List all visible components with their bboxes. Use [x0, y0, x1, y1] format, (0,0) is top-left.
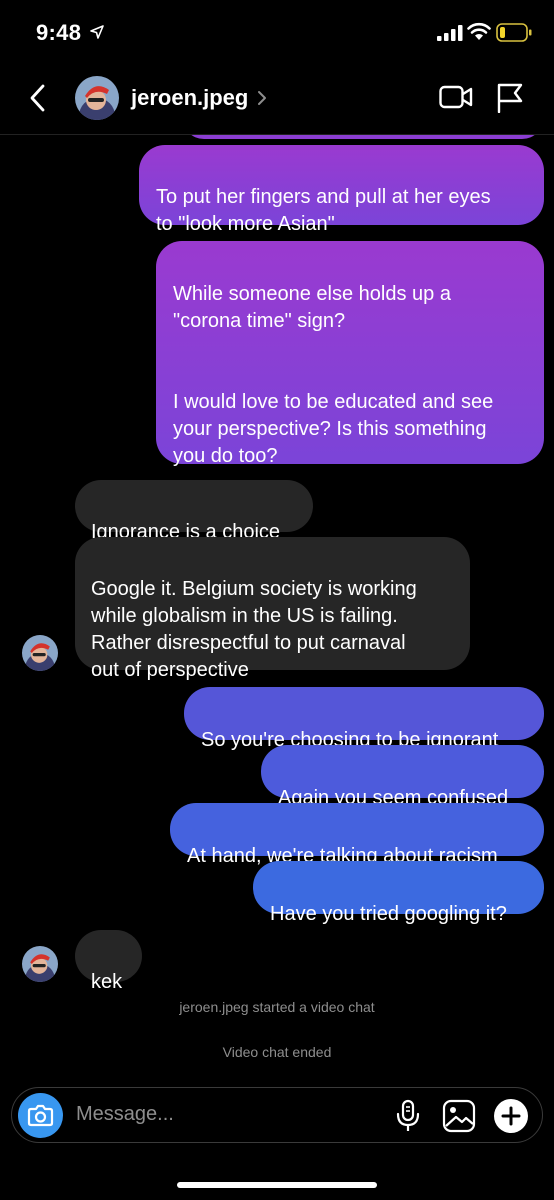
- wifi-icon: [467, 22, 491, 40]
- message-text: kek: [91, 971, 123, 993]
- signal-icon: [437, 25, 463, 41]
- message-text: To put her fingers and pull at her eyes …: [156, 186, 491, 235]
- plus-icon: [501, 1106, 521, 1126]
- message-text: Google it. Belgium society is working wh…: [91, 578, 417, 681]
- message-list[interactable]: To put her fingers and pull at her eyes …: [0, 135, 554, 1080]
- system-message: jeroen.jpeg started a video chat: [179, 999, 375, 1015]
- back-icon[interactable]: [28, 84, 48, 112]
- video-call-icon[interactable]: [439, 84, 473, 110]
- message-bubble-outgoing[interactable]: To put her fingers and pull at her eyes …: [139, 145, 544, 235]
- message-bubble-outgoing[interactable]: At hand, we're talking about racism: [170, 803, 544, 867]
- flag-icon[interactable]: [496, 83, 524, 113]
- gallery-icon[interactable]: [442, 1099, 476, 1133]
- camera-button[interactable]: [18, 1093, 63, 1138]
- message-bubble-outgoing[interactable]: So you're choosing to be ignorant: [184, 687, 544, 751]
- message-bubble-outgoing[interactable]: Again you seem confused: [261, 745, 544, 809]
- home-indicator[interactable]: [177, 1182, 377, 1188]
- message-input[interactable]: Message...: [76, 1103, 174, 1126]
- message-composer: Message...: [11, 1087, 543, 1143]
- chevron-right-icon[interactable]: [256, 90, 268, 106]
- avatar[interactable]: [75, 76, 119, 120]
- message-bubble-outgoing[interactable]: Have you tried googling it?: [253, 861, 544, 925]
- header-username[interactable]: jeroen.jpeg: [131, 85, 248, 111]
- message-text: While someone else holds up a "corona ti…: [173, 283, 494, 467]
- camera-icon: [27, 1104, 54, 1127]
- message-text: Have you tried googling it?: [270, 903, 507, 925]
- plus-button[interactable]: [494, 1099, 528, 1133]
- message-bubble-incoming[interactable]: kek: [75, 930, 142, 993]
- chat-header: jeroen.jpeg: [0, 62, 554, 134]
- sender-avatar[interactable]: [22, 635, 58, 671]
- sender-avatar[interactable]: [22, 946, 58, 982]
- previous-message-bubble[interactable]: [182, 135, 544, 139]
- system-message: Video chat ended: [222, 1044, 332, 1060]
- location-arrow-icon: [90, 25, 104, 39]
- message-bubble-incoming[interactable]: Ignorance is a choice: [75, 480, 313, 543]
- message-bubble-outgoing[interactable]: While someone else holds up a "corona ti…: [156, 241, 544, 467]
- status-time: 9:48: [36, 20, 82, 45]
- status-bar: 9:48: [0, 0, 554, 62]
- microphone-icon[interactable]: [395, 1099, 421, 1133]
- message-bubble-incoming[interactable]: Google it. Belgium society is working wh…: [75, 537, 470, 681]
- battery-icon: [496, 23, 532, 42]
